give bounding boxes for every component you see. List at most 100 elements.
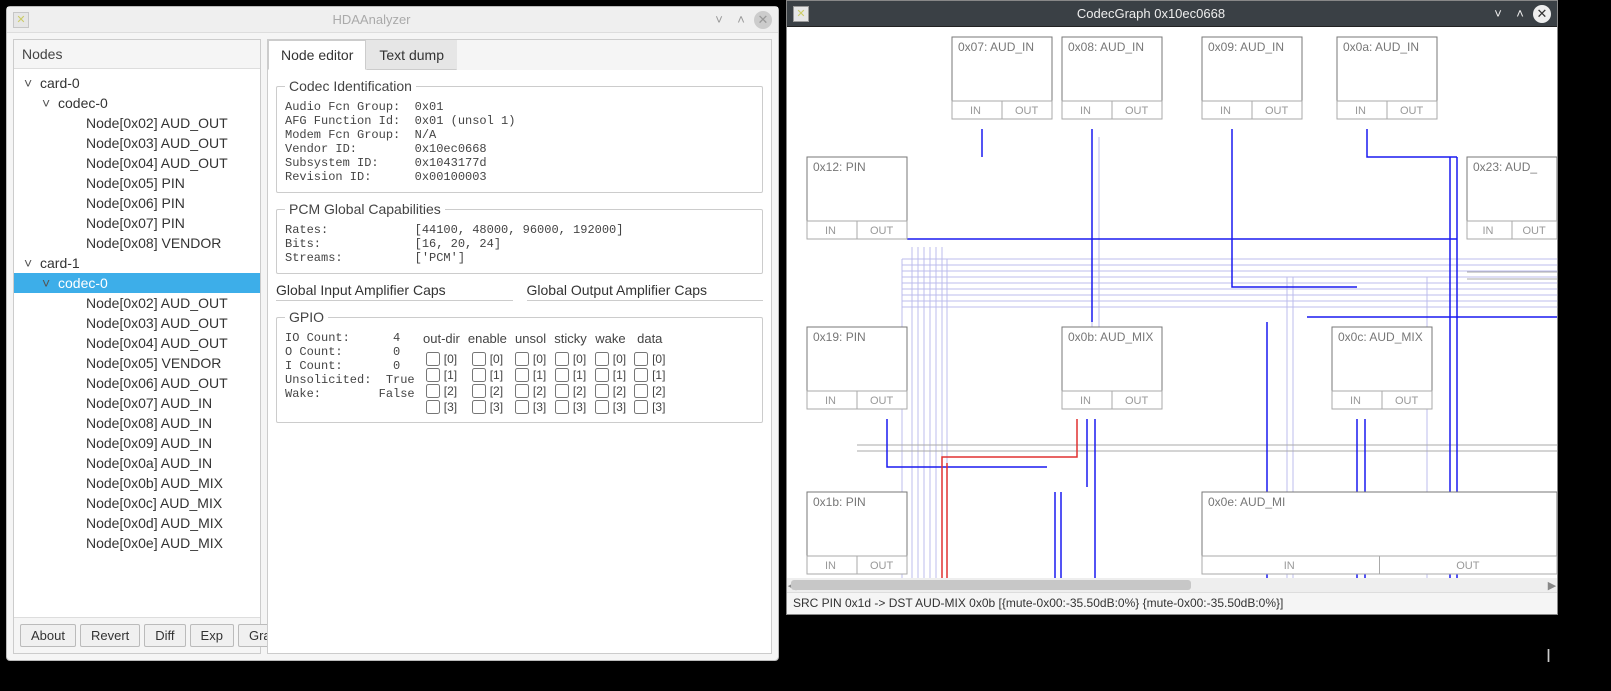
gpio-row-label: [1] xyxy=(533,368,546,382)
gpio-checkbox[interactable] xyxy=(426,384,440,398)
gpio-checkbox[interactable] xyxy=(595,400,609,414)
tree-item[interactable]: Node[0x03] AUD_OUT xyxy=(14,133,260,153)
gpio-col-header: sticky xyxy=(554,331,587,350)
tree-item[interactable]: Node[0x03] AUD_OUT xyxy=(14,313,260,333)
text-cursor-icon: I xyxy=(1546,646,1551,667)
tree-item[interactable]: Node[0x05] VENDOR xyxy=(14,353,260,373)
gpio-checkbox[interactable] xyxy=(634,400,648,414)
tab-text-dump[interactable]: Text dump xyxy=(366,40,457,70)
horizontal-scrollbar[interactable]: ◀ ▶ xyxy=(787,578,1557,592)
graph-node[interactable]: 0x07: AUD_ININOUT xyxy=(952,37,1052,119)
tree-item[interactable]: Node[0x04] AUD_OUT xyxy=(14,153,260,173)
global-output-amp: Global Output Amplifier Caps xyxy=(527,282,764,301)
diff-button[interactable]: Diff xyxy=(144,624,185,647)
gpio-checkbox[interactable] xyxy=(472,384,486,398)
gpio-row-label: [1] xyxy=(573,368,586,382)
tree-item[interactable]: Node[0x07] AUD_IN xyxy=(14,393,260,413)
tree-item[interactable]: ˅codec-0 xyxy=(14,273,260,293)
gpio-checkbox[interactable] xyxy=(595,384,609,398)
svg-text:OUT: OUT xyxy=(1400,105,1424,117)
gpio-checkbox[interactable] xyxy=(515,352,529,366)
revert-button[interactable]: Revert xyxy=(80,624,140,647)
close-icon[interactable]: ✕ xyxy=(754,11,772,29)
graph-node[interactable]: 0x0a: AUD_ININOUT xyxy=(1337,37,1437,119)
graph-node[interactable]: 0x0e: AUD_MIINOUT xyxy=(1202,492,1557,574)
terminal-area[interactable] xyxy=(786,615,1611,691)
gpio-checkbox[interactable] xyxy=(555,400,569,414)
gpio-checkbox[interactable] xyxy=(634,384,648,398)
gpio-checkbox[interactable] xyxy=(595,352,609,366)
gpio-checkbox[interactable] xyxy=(426,368,440,382)
graph-node[interactable]: 0x12: PININOUT xyxy=(807,157,907,239)
svg-text:OUT: OUT xyxy=(870,395,894,407)
tree-item[interactable]: Node[0x0b] AUD_MIX xyxy=(14,473,260,493)
svg-text:0x1b: PIN: 0x1b: PIN xyxy=(813,495,866,509)
graph-node[interactable]: 0x0c: AUD_MIXINOUT xyxy=(1332,327,1432,409)
gpio-checkbox[interactable] xyxy=(634,352,648,366)
pcm-legend: PCM Global Capabilities xyxy=(285,201,445,217)
gpio-checkbox[interactable] xyxy=(426,352,440,366)
close-icon[interactable]: ✕ xyxy=(1533,5,1551,23)
nodes-tree[interactable]: ˅card-0˅codec-0Node[0x02] AUD_OUTNode[0x… xyxy=(14,69,260,617)
gpio-row-label: [2] xyxy=(652,384,665,398)
gpio-checkbox[interactable] xyxy=(555,352,569,366)
window-title: HDAAnalyzer xyxy=(37,12,706,27)
tree-item[interactable]: ˅card-1 xyxy=(14,253,260,273)
tree-item[interactable]: ˅card-0 xyxy=(14,73,260,93)
svg-text:OUT: OUT xyxy=(1395,395,1419,407)
gpio-checkbox[interactable] xyxy=(472,400,486,414)
tree-item[interactable]: Node[0x0c] AUD_MIX xyxy=(14,493,260,513)
graph-node[interactable]: 0x1b: PININOUT xyxy=(807,492,907,574)
graph-node[interactable]: 0x09: AUD_ININOUT xyxy=(1202,37,1302,119)
tree-item[interactable]: Node[0x08] AUD_IN xyxy=(14,413,260,433)
tree-item[interactable]: Node[0x08] VENDOR xyxy=(14,233,260,253)
exp-button[interactable]: Exp xyxy=(190,624,234,647)
graph-node[interactable]: 0x0b: AUD_MIXINOUT xyxy=(1062,327,1162,409)
minimize-icon[interactable]: ˅ xyxy=(1489,5,1507,23)
gpio-table: out-dir[0][1][2][3]enable[0][1][2][3]uns… xyxy=(423,331,665,414)
graph-node[interactable]: 0x19: PININOUT xyxy=(807,327,907,409)
gpio-row-label: [2] xyxy=(490,384,503,398)
gpio-checkbox[interactable] xyxy=(472,352,486,366)
scroll-thumb[interactable] xyxy=(791,580,1191,590)
codecgraph-window: ✕ CodecGraph 0x10ec0668 ˅ ˄ ✕ 0x07: AUD_… xyxy=(786,0,1558,615)
gpio-checkbox[interactable] xyxy=(426,400,440,414)
about-button[interactable]: About xyxy=(20,624,76,647)
tree-item[interactable]: Node[0x07] PIN xyxy=(14,213,260,233)
app-icon: ✕ xyxy=(13,12,29,28)
editor-panel: Node editor Text dump Codec Identificati… xyxy=(267,39,772,654)
gpio-checkbox[interactable] xyxy=(515,400,529,414)
tree-item[interactable]: Node[0x06] PIN xyxy=(14,193,260,213)
tree-item[interactable]: Node[0x04] AUD_OUT xyxy=(14,333,260,353)
tree-item[interactable]: Node[0x0d] AUD_MIX xyxy=(14,513,260,533)
tab-node-editor[interactable]: Node editor xyxy=(268,40,366,70)
tree-item[interactable]: Node[0x09] AUD_IN xyxy=(14,433,260,453)
svg-text:IN: IN xyxy=(1220,105,1231,117)
tree-item[interactable]: Node[0x02] AUD_OUT xyxy=(14,113,260,133)
maximize-icon[interactable]: ˄ xyxy=(732,11,750,29)
graph-node[interactable]: 0x23: AUD_INOUT xyxy=(1467,157,1557,239)
nodes-header: Nodes xyxy=(14,40,260,69)
maximize-icon[interactable]: ˄ xyxy=(1511,5,1529,23)
gpio-checkbox[interactable] xyxy=(515,384,529,398)
gpio-checkbox[interactable] xyxy=(555,368,569,382)
scroll-right-icon[interactable]: ▶ xyxy=(1545,578,1559,592)
svg-text:OUT: OUT xyxy=(1125,105,1149,117)
gpio-row-label: [2] xyxy=(573,384,586,398)
minimize-icon[interactable]: ˅ xyxy=(710,11,728,29)
graph-canvas[interactable]: 0x07: AUD_ININOUT0x08: AUD_ININOUT 0x09: … xyxy=(787,27,1557,578)
tree-item[interactable]: Node[0x0e] AUD_MIX xyxy=(14,533,260,553)
tree-item[interactable]: Node[0x05] PIN xyxy=(14,173,260,193)
gpio-checkbox[interactable] xyxy=(634,368,648,382)
gpio-checkbox[interactable] xyxy=(472,368,486,382)
gpio-checkbox[interactable] xyxy=(595,368,609,382)
svg-text:IN: IN xyxy=(825,560,836,572)
gpio-checkbox[interactable] xyxy=(515,368,529,382)
tree-item[interactable]: ˅codec-0 xyxy=(14,93,260,113)
tree-item[interactable]: Node[0x0a] AUD_IN xyxy=(14,453,260,473)
tree-item[interactable]: Node[0x06] AUD_OUT xyxy=(14,373,260,393)
gpio-col-header: enable xyxy=(468,331,507,350)
graph-node[interactable]: 0x08: AUD_ININOUT xyxy=(1062,37,1162,119)
gpio-checkbox[interactable] xyxy=(555,384,569,398)
tree-item[interactable]: Node[0x02] AUD_OUT xyxy=(14,293,260,313)
